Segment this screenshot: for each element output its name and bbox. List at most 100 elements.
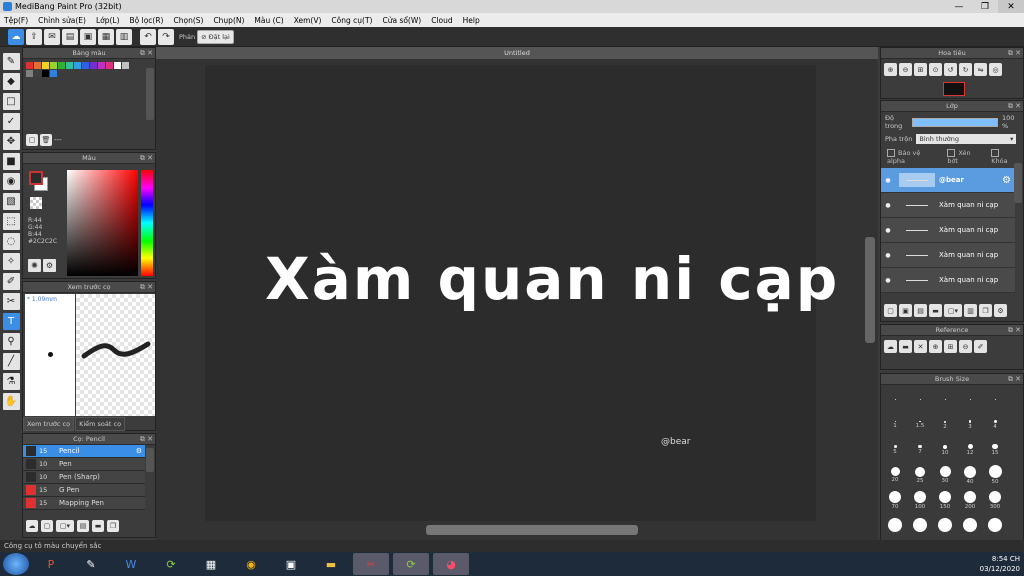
- dot-tool-icon[interactable]: □: [2, 93, 20, 110]
- brush-size-cell[interactable]: [933, 513, 957, 537]
- ref-close-icon[interactable]: ✕: [914, 340, 927, 353]
- brush-folder-icon[interactable]: ▬: [92, 520, 104, 532]
- color-settings-icon[interactable]: ⚙: [43, 259, 56, 272]
- operation-tool-icon[interactable]: ⚲: [2, 333, 20, 350]
- brush-size-cell[interactable]: 40: [958, 463, 982, 487]
- brush-row[interactable]: 15 Pencil ⚙: [23, 445, 145, 458]
- panel-controls[interactable]: ⧉ ✕: [140, 283, 153, 292]
- redo-button[interactable]: ↷: [158, 28, 174, 45]
- panel-controls[interactable]: ⧉ ✕: [1008, 375, 1021, 384]
- chrome-icon[interactable]: ◉: [233, 553, 269, 575]
- comment-icon[interactable]: ✉: [44, 28, 60, 45]
- brush-size-cell[interactable]: [883, 513, 907, 537]
- eraser-tool-icon[interactable]: ◆: [2, 73, 20, 90]
- brush-size-cell[interactable]: 25: [908, 463, 932, 487]
- clipping-checkbox[interactable]: Xén bớt: [947, 149, 981, 165]
- brush-size-cell[interactable]: [908, 513, 932, 537]
- gear-icon[interactable]: ⚙: [1002, 175, 1011, 186]
- lock-checkbox[interactable]: Khóa: [991, 149, 1017, 165]
- brush-size-cell[interactable]: 70: [883, 488, 907, 512]
- save-icon[interactable]: ▣: [80, 28, 96, 45]
- protect-alpha-checkbox[interactable]: Bảo vệ alpha: [887, 149, 937, 165]
- new-layer-8bit-icon[interactable]: ▣: [899, 304, 912, 317]
- foreground-color-swatch[interactable]: [29, 171, 43, 185]
- zoom-out-icon[interactable]: ⊖: [899, 63, 912, 76]
- menu-item-1[interactable]: Chỉnh sửa(E): [38, 16, 86, 25]
- ref-zoom-out-icon[interactable]: ⊖: [959, 340, 972, 353]
- grid-icon[interactable]: ▦: [98, 28, 114, 45]
- brush-size-cell[interactable]: 1.5: [908, 413, 932, 437]
- palette-swatch[interactable]: [42, 70, 49, 77]
- add-brush-icon[interactable]: ▢▾: [56, 520, 74, 532]
- tab-brush-control[interactable]: Kiểm soát cọ: [75, 417, 126, 431]
- flip-icon[interactable]: ⇋: [974, 63, 987, 76]
- layer-row[interactable]: ● Xàm quan ni cạp: [881, 243, 1015, 268]
- minimize-button[interactable]: —: [946, 0, 972, 13]
- layer-row[interactable]: ● Xàm quan ni cạp: [881, 268, 1015, 293]
- brush-row[interactable]: 10 Pen (Sharp): [23, 471, 145, 484]
- select-pen-icon[interactable]: ✐: [2, 273, 20, 290]
- palette-swatch[interactable]: [106, 62, 113, 69]
- brush-size-cell[interactable]: 10: [933, 438, 957, 462]
- visibility-icon[interactable]: ●: [881, 177, 895, 184]
- brush-size-cell[interactable]: 5: [883, 438, 907, 462]
- menu-item-11[interactable]: Help: [463, 16, 480, 25]
- select-eraser-icon[interactable]: ✂: [2, 293, 20, 310]
- brush-size-cell[interactable]: [883, 388, 907, 412]
- panel-controls[interactable]: ⧉ ✕: [140, 49, 153, 58]
- rotate-left-icon[interactable]: ↺: [944, 63, 957, 76]
- brush-size-cell[interactable]: 2: [933, 413, 957, 437]
- ref-fit-icon[interactable]: ⊞: [944, 340, 957, 353]
- saturation-value-picker[interactable]: [67, 170, 138, 276]
- brush-size-cell[interactable]: 15: [983, 438, 1007, 462]
- computer-icon[interactable]: ▣: [273, 553, 309, 575]
- palette-swatch[interactable]: [50, 62, 57, 69]
- palette-swatch[interactable]: [34, 62, 41, 69]
- clipboard-icon[interactable]: ▤: [62, 28, 78, 45]
- panel-controls[interactable]: ⧉ ✕: [1008, 49, 1021, 58]
- brush-size-cell[interactable]: 200: [958, 488, 982, 512]
- new-palette-icon[interactable]: ▢: [26, 134, 38, 146]
- menu-item-6[interactable]: Màu (C): [254, 16, 283, 25]
- new-layer-icon[interactable]: ▢: [884, 304, 897, 317]
- tab-brush-preview[interactable]: Xem trước cọ: [23, 417, 75, 431]
- visibility-icon[interactable]: ●: [881, 252, 895, 259]
- start-button[interactable]: [3, 553, 29, 575]
- zoom-in-icon[interactable]: ⊕: [884, 63, 897, 76]
- panel-controls[interactable]: ⧉ ✕: [1008, 102, 1021, 111]
- blend-select[interactable]: Bình thường ▾: [916, 134, 1017, 144]
- palette-swatch[interactable]: [50, 70, 57, 77]
- powerpoint-icon[interactable]: P: [33, 553, 69, 575]
- palette-swatch[interactable]: [90, 62, 97, 69]
- gear-icon[interactable]: ⚙: [136, 447, 142, 455]
- close-button[interactable]: ✕: [998, 0, 1024, 13]
- hue-slider[interactable]: [141, 170, 153, 276]
- palette-swatch[interactable]: [42, 62, 49, 69]
- shape-tool-icon[interactable]: ■: [2, 153, 20, 170]
- brush-list-scrollbar[interactable]: [146, 448, 154, 472]
- rotate-right-icon[interactable]: ↻: [959, 63, 972, 76]
- brush-row[interactable]: 15 Mapping Pen: [23, 497, 145, 510]
- snipping-tool-icon[interactable]: ✂: [353, 553, 389, 575]
- menu-item-8[interactable]: Công cụ(T): [331, 16, 372, 25]
- artboard[interactable]: Xàm quan ni cạp @bear: [205, 65, 837, 521]
- brush-file-icon[interactable]: ▤: [77, 520, 89, 532]
- palette-swatch[interactable]: [58, 62, 65, 69]
- lasso-tool-icon[interactable]: ◌: [2, 233, 20, 250]
- color-wheel-icon[interactable]: ✺: [28, 259, 41, 272]
- layer-row[interactable]: ● Xàm quan ni cạp: [881, 193, 1015, 218]
- palette-swatch[interactable]: [98, 62, 105, 69]
- new-brush-icon[interactable]: ▢: [41, 520, 53, 532]
- brush-size-cell[interactable]: 4: [983, 413, 1007, 437]
- menu-item-3[interactable]: Bộ lọc(R): [130, 16, 164, 25]
- brush-size-cell[interactable]: 50: [983, 463, 1007, 487]
- new-layer-1bit-icon[interactable]: ▤: [914, 304, 927, 317]
- visibility-icon[interactable]: ●: [881, 227, 895, 234]
- brush-size-cell[interactable]: [983, 513, 1007, 537]
- horizontal-scrollbar[interactable]: [426, 525, 638, 535]
- panel-controls[interactable]: ⧉ ✕: [140, 435, 153, 444]
- fit-icon[interactable]: ⊞: [914, 63, 927, 76]
- calculator-icon[interactable]: ▦: [193, 553, 229, 575]
- palette-scrollbar[interactable]: [146, 68, 154, 120]
- palette-swatch[interactable]: [34, 70, 41, 77]
